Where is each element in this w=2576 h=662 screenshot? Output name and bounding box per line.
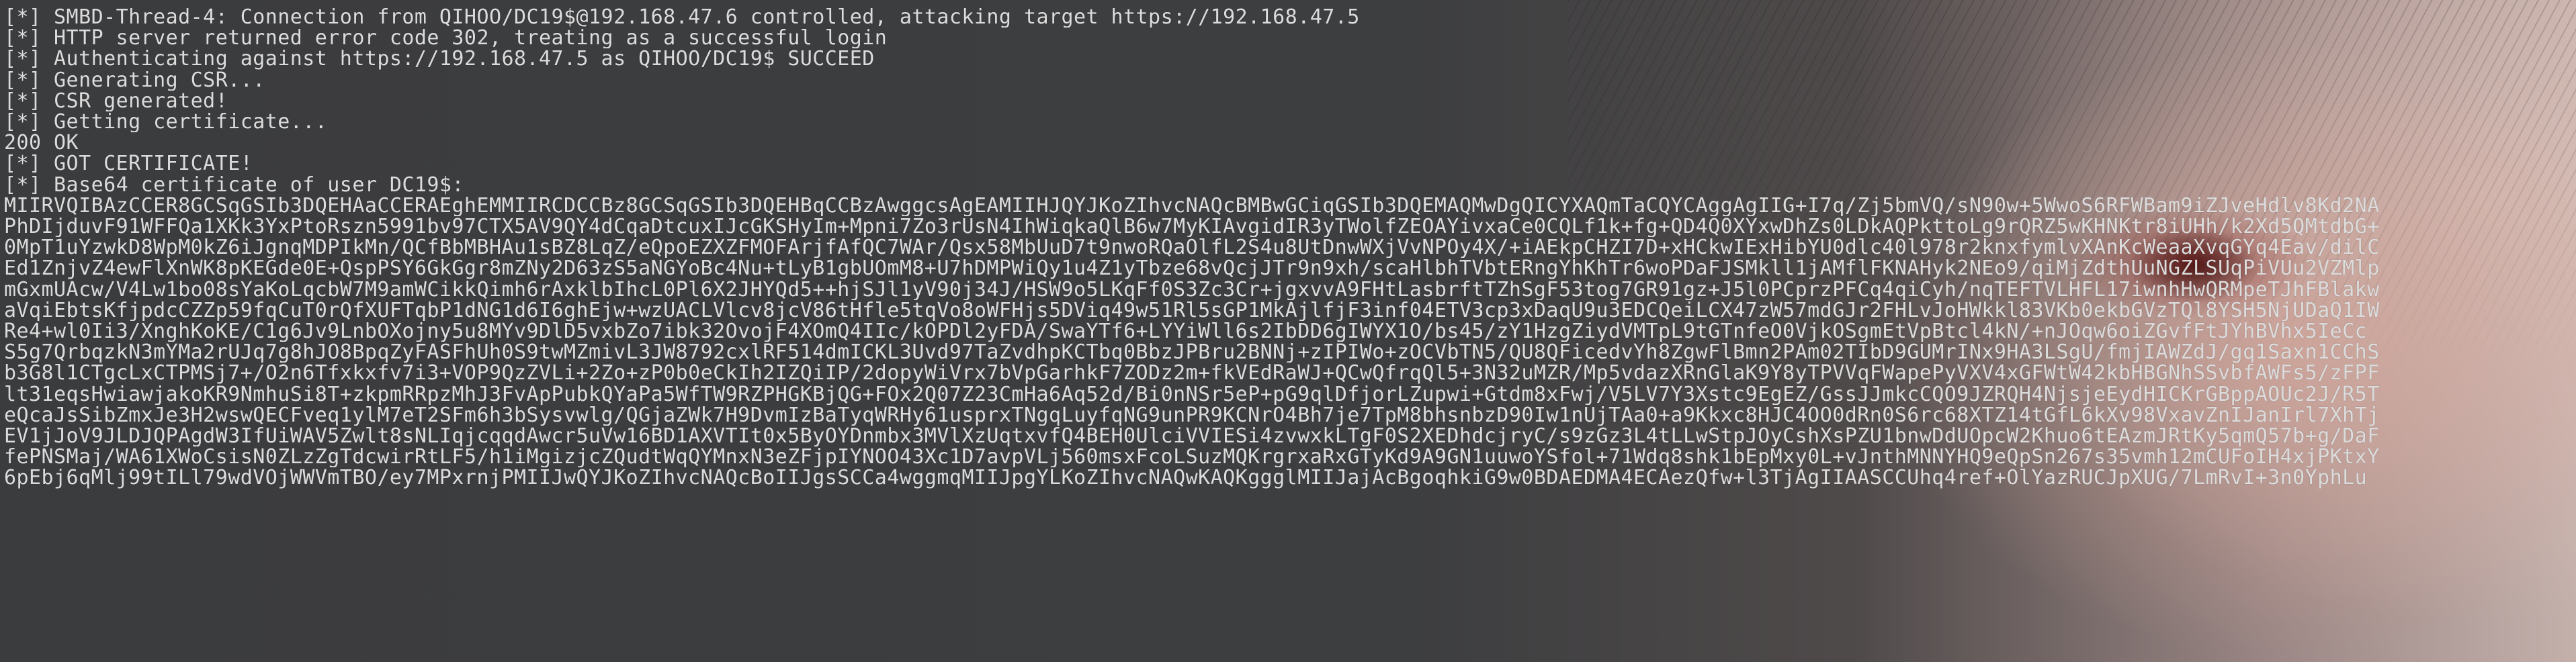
log-line: [*] Generating CSR... <box>4 69 265 91</box>
base64-cert-line: b3G8l1CTgcLxCTPMSj7+/O2n6Tfxkxfv7i3+VOP9… <box>4 363 2380 384</box>
base64-cert-line: fePNSMaj/WA61XWoCsisN0ZLzZgTdcwirRtLF5/h… <box>4 446 2380 468</box>
base64-cert-line: lt31eqsHwiawjakoKR9NmhuSi8T+zkpmRRpzMhJ3… <box>4 383 2380 405</box>
log-line: [*] Authenticating against https://192.1… <box>4 48 875 70</box>
base64-cert-line: 6pEbj6qMlj99tILl79wdVOjWWVmTBO/ey7MPxrnj… <box>4 467 2368 489</box>
base64-cert-line: S5g7QrbqzkN3mYMa2rUJq7g8hJO8BpqZyFASFhUh… <box>4 342 2380 363</box>
terminal-output[interactable]: [*] SMBD-Thread-4: Connection from QIHOO… <box>0 0 2576 662</box>
base64-cert-line: MIIRVQIBAzCCER8GCSqGSIb3DQEHAaCCERAEghEM… <box>4 195 2380 217</box>
log-line: [*] SMBD-Thread-4: Connection from QIHOO… <box>4 7 1360 28</box>
base64-cert-line: PhDIjduvF91WFFQa1XKk3YxPtoRszn5991bv97CT… <box>4 216 2380 238</box>
base64-cert-line: EV1jJoV9JLDJQPAgdW3IfUiWAV5Zwlt8sNLIqjcq… <box>4 426 2380 447</box>
base64-cert-line: mGxmUAcw/V4Lw1bo08sYaKoLqcbW7M9amWCikkQi… <box>4 279 2380 300</box>
log-line: [*] CSR generated! <box>4 90 228 112</box>
base64-cert-line: Ed1ZnjvZ4ewFlXnWK8pKEGde0E+QspPSY6GkGgr8… <box>4 258 2380 279</box>
base64-cert-line: aVqiEbtsKfjpdcCZZp59fqCuT0rQfXUFTqbP1dNG… <box>4 299 2380 322</box>
log-line: 200 OK <box>4 132 79 154</box>
base64-cert-line: eQcaJsSibZmxJe3H2wswQECFveq1ylM7eT2SFm6h… <box>4 404 2380 426</box>
log-line: [*] Base64 certificate of user DC19$: <box>4 174 464 195</box>
log-line: [*] Getting certificate... <box>4 111 328 133</box>
log-line: [*] HTTP server returned error code 302,… <box>4 28 888 49</box>
base64-cert-line: 0MpT1uYzwkD8WpM0kZ6iJgnqMDPIkMn/QCfBbMBH… <box>4 237 2380 258</box>
base64-cert-line: Re4+wl0Ii3/XnghKoKE/C1g6Jv9LnbOXojny5u8M… <box>4 321 2368 342</box>
log-line: [*] GOT CERTIFICATE! <box>4 153 253 175</box>
